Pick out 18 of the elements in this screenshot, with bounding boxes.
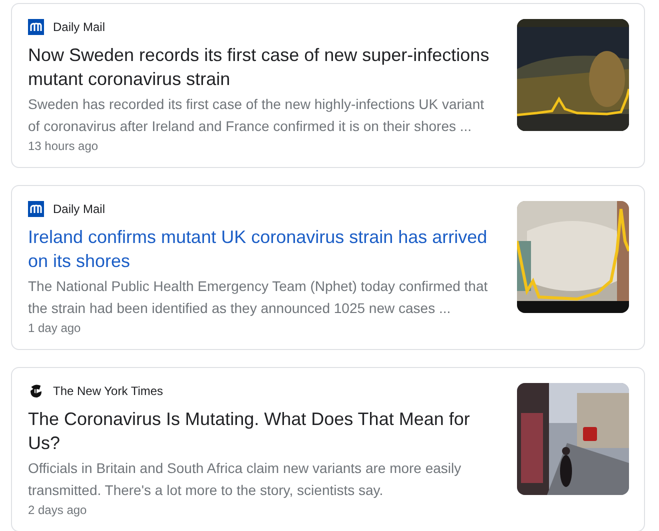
article-card[interactable] <box>11 185 645 350</box>
timestamp: 13 hours ago <box>28 139 100 153</box>
timestamp: 2 days ago <box>28 503 88 517</box>
source-name: Daily Mail <box>53 202 106 216</box>
headline-link[interactable]: Ireland confirms mutant UK coronavirus strain has arrived on its shores <box>28 225 493 273</box>
article-snippet: The National Public Health Emergency Team (Nphet) today confirmed that the strain had been identified as they announced 1025 new cases ... <box>28 277 489 318</box>
article-snippet: Officials in Britain and South Africa claim new variants are more easily transmitted. There's a lot more to the story, scientists say. <box>28 459 462 500</box>
headline-link[interactable]: Now Sweden records its first case of new super-infections mutant coronavirus strain <box>28 43 493 91</box>
logo-icon <box>28 19 44 35</box>
timestamp: 1 day ago <box>28 321 82 335</box>
article-card[interactable] <box>11 367 645 531</box>
headline-link[interactable]: The Coronavirus Is Mutating. What Does That Mean for Us? <box>28 407 493 455</box>
source-name: Daily Mail <box>53 20 106 34</box>
logo-icon <box>28 201 44 217</box>
article-snippet: Sweden has recorded its first case of the new highly-infections UK variant of coronavirus after Ireland and France confirmed it is on their shores ... <box>28 95 486 136</box>
source-name: The New York Times <box>53 384 164 398</box>
logo-icon <box>28 383 44 399</box>
article-card[interactable] <box>11 3 645 168</box>
